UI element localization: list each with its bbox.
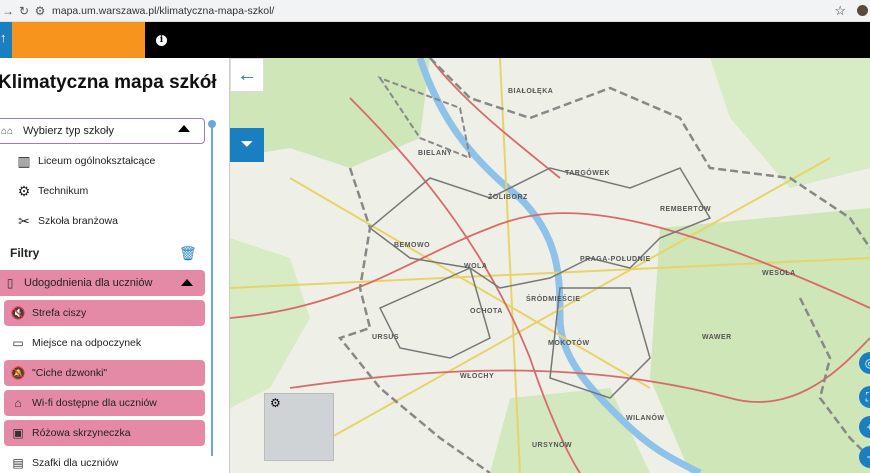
district-label: PRAGA-POŁUDNIE <box>580 256 651 263</box>
browser-toolbar: → ↻ ⚙ mapa.um.warszawa.pl/klimatyczna-ma… <box>0 0 870 22</box>
district-label: WAWER <box>702 334 732 341</box>
arrow-icon[interactable]: → <box>0 4 16 18</box>
locker-icon: ▤ <box>12 456 24 470</box>
district-label: MOKOTÓW <box>548 340 590 347</box>
arrow-up-icon[interactable]: ↑ <box>0 30 7 45</box>
sidebar: Klimatyczna mapa szkół ⌂⌂ Wybierz typ sz… <box>0 58 230 473</box>
filter-label: Szafki dla uczniów <box>32 457 119 469</box>
scissors-icon: ✂ <box>18 212 30 229</box>
school-type-dropdown[interactable]: ⌂⌂ Wybierz typ szkoły <box>0 118 205 144</box>
option-label: Szkoła branżowa <box>38 215 118 227</box>
filter-szafki[interactable]: ▤ Szafki dla uczniów <box>4 450 205 473</box>
sofa-icon: ▭ <box>12 336 24 350</box>
caret-up-icon[interactable] <box>181 279 193 286</box>
district-label: BIELANY <box>418 150 453 157</box>
amenities-accordion[interactable]: ▯ Udogodnienia dla uczniów <box>0 270 205 296</box>
district-label: OCHOTA <box>470 308 503 315</box>
accordion-label: Udogodnienia dla uczniów <box>24 277 153 289</box>
filter-icon: ⏷ <box>240 136 254 153</box>
district-label: BEMOWO <box>394 242 431 249</box>
option-label: Liceum ogólnokształcące <box>38 155 156 167</box>
filter-label: Miejsce na odpoczynek <box>32 337 142 349</box>
filter-label: Strefa ciszy <box>32 307 87 319</box>
site-settings-icon[interactable]: ⚙ <box>32 4 48 18</box>
scrollbar[interactable] <box>211 126 213 456</box>
page-title: Klimatyczna mapa szkół <box>0 72 217 93</box>
filter-label: Różowa skrzyneczka <box>32 427 131 439</box>
option-szkola-branzowa[interactable]: ✂ Szkoła branżowa <box>14 208 118 234</box>
filter-label: Wi-fi dostępne dla uczniów <box>32 397 157 409</box>
books-icon: ▥ <box>17 152 31 169</box>
app-header: ↑ i <box>0 22 870 58</box>
district-label: WILANÓW <box>626 415 665 422</box>
option-liceum[interactable]: ▥ Liceum ogólnokształcące <box>14 148 155 174</box>
wifi-router-icon: ⌂ <box>14 396 22 410</box>
dropdown-label: Wybierz typ szkoły <box>23 125 114 137</box>
district-label: URSYNÓW <box>532 442 573 449</box>
gear-icon: ⚙ <box>17 182 31 199</box>
reload-icon[interactable]: ↻ <box>16 4 32 18</box>
box-icon: ▣ <box>12 426 24 440</box>
filters-heading: Filtry <box>10 246 40 260</box>
option-label: Technikum <box>38 185 89 197</box>
filter-miejsce-odpoczynek[interactable]: ▭ Miejsce na odpoczynek <box>4 330 205 356</box>
info-icon[interactable]: i <box>156 35 167 46</box>
district-label: ŻOLIBORZ <box>488 194 528 201</box>
scrollbar-handle[interactable] <box>208 120 216 128</box>
map[interactable]: BIAŁOŁĘKA BIELANY TARGÓWEK ŻOLIBORZ REMB… <box>230 58 870 473</box>
back-button[interactable]: ← <box>230 58 264 92</box>
bookmark-star-icon[interactable]: ☆ <box>834 3 846 19</box>
bell-off-icon: 🔕 <box>10 366 26 380</box>
district-label: REMBERTÓW <box>660 206 712 213</box>
caret-up-icon[interactable] <box>178 125 190 132</box>
avatar[interactable] <box>857 5 868 16</box>
district-label: WŁOCHY <box>460 373 495 380</box>
filter-label: "Ciche dzwonki" <box>32 367 108 379</box>
speaker-off-icon: 🔇 <box>10 306 26 320</box>
filter-rozowa-skrzyneczka[interactable]: ▣ Różowa skrzyneczka <box>4 420 205 446</box>
filter-strefa-ciszy[interactable]: 🔇 Strefa ciszy <box>4 300 205 326</box>
district-label: TARGÓWEK <box>565 170 611 177</box>
district-label: BIAŁOŁĘKA <box>508 88 554 95</box>
trash-icon[interactable]: 🗑 <box>179 245 197 262</box>
school-building-icon: ⌂⌂ <box>1 125 14 137</box>
district-label: WOLA <box>464 263 488 270</box>
district-label: WESOŁA <box>762 270 796 277</box>
option-technikum[interactable]: ⚙ Technikum <box>14 178 88 204</box>
district-label: URSUS <box>372 334 400 341</box>
address-bar[interactable]: mapa.um.warszawa.pl/klimatyczna-mapa-szk… <box>52 5 274 17</box>
filter-wifi[interactable]: ⌂ Wi-fi dostępne dla uczniów <box>4 390 205 416</box>
district-label: ŚRÓDMIEŚCIE <box>526 296 581 303</box>
active-tab[interactable] <box>12 22 145 58</box>
gear-icon[interactable]: ⚙ <box>270 396 281 410</box>
filter-ciche-dzwonki[interactable]: 🔕 "Ciche dzwonki" <box>4 360 205 386</box>
devices-icon: ▯ <box>6 276 14 290</box>
filter-button[interactable]: ⏷ <box>230 128 264 162</box>
